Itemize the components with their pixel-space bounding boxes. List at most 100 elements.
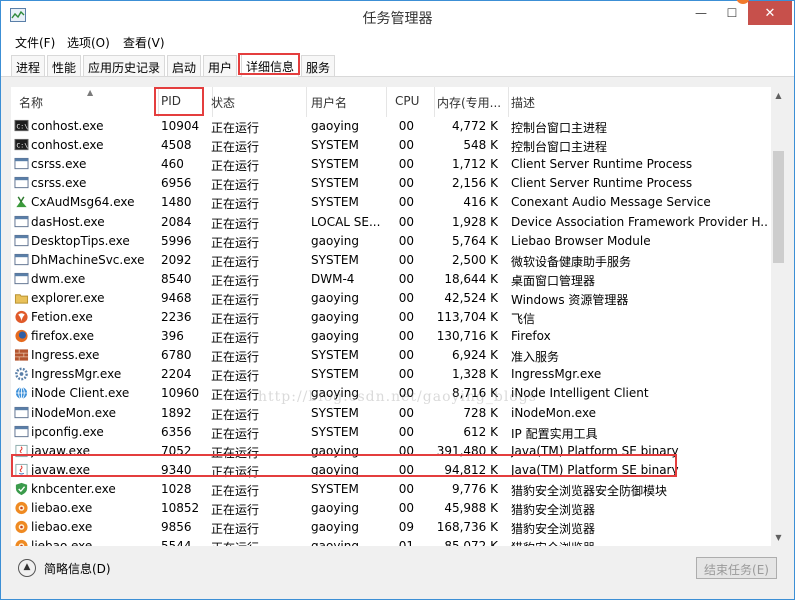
process-table: 名称 ▲ PID 状态 用户名 CPU 内存(专用... 描述 C:\ conho… [11, 87, 786, 546]
process-description: iNode Intelligent Client [511, 386, 649, 401]
process-description: 猎豹安全浏览器安全防御模块 [511, 483, 668, 498]
process-status: 正在运行 [211, 197, 260, 212]
scroll-thumb[interactable] [773, 151, 784, 263]
table-row[interactable]: iNodeMon.exe 1892 正在运行 SYSTEM 00 728 K iNodeMo… [11, 404, 771, 423]
scroll-down-icon[interactable]: ▼ [771, 529, 786, 546]
process-pid: 7052 [161, 443, 192, 458]
process-memory: 18,644 K [444, 271, 498, 286]
table-row[interactable]: dasHost.exe 2084 正在运行 LOCAL SE... 00 1,928 K D… [11, 213, 771, 232]
table-row[interactable]: C:\ conhost.exe 4508 正在运行 SYSTEM 00 548 K 控制台窗口… [11, 136, 771, 155]
table-row[interactable]: knbcenter.exe 1028 正在运行 SYSTEM 00 9,776 K 猎豹安全… [11, 480, 771, 499]
process-description: Client Server Runtime Process [511, 157, 693, 172]
process-memory: 6,924 K [451, 348, 498, 363]
process-status: 正在运行 [211, 235, 260, 250]
process-memory: 612 K [463, 424, 498, 439]
process-pid: 9340 [161, 462, 192, 477]
column-header-cpu[interactable]: CPU [395, 87, 435, 117]
process-name: CxAudMsg64.exe [31, 195, 135, 210]
table-row[interactable]: Fetion.exe 2236 正在运行 gaoying 00 113,704 K 飞信 [11, 308, 771, 327]
process-cpu: 00 [398, 501, 414, 515]
process-memory: 728 K [463, 405, 498, 420]
table-row[interactable]: DesktopTips.exe 5996 正在运行 gaoying 00 5,764 K L… [11, 232, 771, 251]
table-row[interactable]: IngressMgr.exe 2204 正在运行 SYSTEM 00 1,328 K Ing… [11, 365, 771, 384]
process-status: 正在运行 [211, 445, 260, 460]
table-row[interactable]: firefox.exe 396 正在运行 gaoying 00 130,716 K Fire… [11, 327, 771, 346]
table-row[interactable]: liebao.exe5544正在运行 gaoying01 85,072 K 猎豹安全浏… [11, 537, 771, 546]
vertical-scrollbar[interactable]: ▲ ▼ [771, 87, 786, 546]
close-button[interactable]: ✕ [748, 1, 792, 25]
table-row[interactable]: csrss.exe 6956 正在运行 SYSTEM 00 2,156 K Client S… [11, 174, 771, 193]
maximize-button[interactable]: ☐ [717, 1, 747, 25]
process-username: SYSTEM [311, 195, 359, 210]
tab-services[interactable]: 服务 [301, 55, 336, 76]
column-header-memory[interactable]: 内存(专用... [437, 87, 509, 117]
table-row[interactable]: javaw.exe 9340 正在运行 gaoying 00 94,812 K Java(T… [11, 461, 771, 480]
process-cpu: 00 [398, 462, 414, 477]
chevron-up-icon[interactable]: ▲ [18, 559, 36, 577]
table-row[interactable]: liebao.exe 9856 正在运行 gaoying 09 168,736 K 猎豹安全… [11, 518, 771, 537]
scroll-up-icon[interactable]: ▲ [771, 87, 786, 104]
process-username: SYSTEM [311, 157, 359, 172]
process-memory: 416 K [463, 195, 498, 210]
menu-options[interactable]: 选项(O) [67, 34, 110, 51]
column-header-status[interactable]: 状态 [211, 87, 307, 117]
process-memory: 9,776 K [451, 481, 498, 496]
process-cpu: 00 [398, 214, 414, 229]
window-icon [14, 177, 29, 189]
table-row[interactable]: C:\ conhost.exe 10904 正在运行 gaoying 00 4,772 K 控… [11, 117, 771, 136]
process-cpu: 00 [398, 329, 414, 344]
tab-details[interactable]: 详细信息 [241, 53, 300, 77]
tab-app-history[interactable]: 应用历史记录 [83, 55, 166, 76]
column-header-description[interactable]: 描述 [511, 87, 769, 117]
process-name: iNode Client.exe [31, 386, 130, 401]
process-memory: 4,772 K [451, 119, 498, 133]
process-cpu: 00 [398, 195, 414, 210]
process-name: dwm.exe [31, 271, 86, 286]
table-row[interactable]: dwm.exe 8540 正在运行 DWM-4 00 18,644 K 桌面窗口管理器 [11, 270, 771, 289]
process-status: 正在运行 [211, 331, 260, 346]
process-pid: 10852 [161, 501, 200, 515]
process-name: dasHost.exe [31, 214, 105, 229]
process-status: 正在运行 [211, 464, 260, 479]
table-row[interactable]: javaw.exe 7052 正在运行 gaoying 00 391,480 K Java(… [11, 442, 771, 461]
menu-file[interactable]: 文件(F) [15, 34, 55, 51]
table-row[interactable]: Ingress.exe 6780 正在运行 SYSTEM 00 6,924 K 准入服务 [11, 346, 771, 365]
process-description: Windows 资源管理器 [511, 292, 629, 307]
process-pid: 10960 [161, 386, 200, 401]
title-bar[interactable]: 任务管理器 — ☐ ✕ [1, 0, 794, 31]
menu-view[interactable]: 查看(V) [123, 34, 165, 51]
process-pid: 9468 [161, 290, 192, 305]
process-memory: 1,928 K [451, 214, 498, 229]
table-row[interactable]: explorer.exe 9468 正在运行 gaoying 00 42,524 K Win… [11, 289, 771, 308]
process-username: gaoying [311, 290, 359, 305]
process-description: Java(TM) Platform SE binary [511, 462, 679, 477]
table-row[interactable]: csrss.exe 460 正在运行 SYSTEM 00 1,712 K Client Se… [11, 155, 771, 174]
column-header-pid[interactable]: PID [161, 87, 213, 117]
tab-users[interactable]: 用户 [203, 55, 238, 76]
process-name: knbcenter.exe [31, 481, 116, 496]
process-cpu: 00 [398, 233, 414, 248]
process-pid: 2204 [161, 367, 192, 382]
brick-icon [14, 349, 29, 361]
process-pid: 2236 [161, 310, 192, 324]
minimize-button[interactable]: — [686, 1, 716, 25]
table-row[interactable]: ipconfig.exe 6356 正在运行 SYSTEM 00 612 K IP 配置实用… [11, 423, 771, 442]
process-username: gaoying [311, 443, 359, 458]
tab-startup[interactable]: 启动 [167, 55, 202, 76]
table-row[interactable]: CxAudMsg64.exe 1480 正在运行 SYSTEM 00 416 K Conex… [11, 193, 771, 212]
less-details-link[interactable]: 简略信息(D) [44, 560, 111, 577]
window-icon [14, 406, 29, 418]
process-username: SYSTEM [311, 481, 359, 496]
table-row[interactable]: liebao.exe 10852 正在运行 gaoying 00 45,988 K 猎豹安全… [11, 499, 771, 518]
table-row[interactable]: DhMachineSvc.exe 2092 正在运行 SYSTEM 00 2,500 K 微… [11, 251, 771, 270]
tab-performance[interactable]: 性能 [47, 55, 82, 76]
process-description: 控制台窗口主进程 [511, 121, 608, 135]
process-memory: 42,524 K [444, 290, 498, 305]
process-username: gaoying [311, 119, 359, 133]
column-header-name[interactable]: 名称 ▲ [19, 87, 159, 117]
process-pid: 1892 [161, 405, 192, 420]
tab-processes[interactable]: 进程 [11, 55, 46, 76]
end-task-button[interactable]: 结束任务(E) [696, 557, 777, 579]
process-cpu: 00 [398, 481, 414, 496]
column-header-username[interactable]: 用户名 [311, 87, 387, 117]
